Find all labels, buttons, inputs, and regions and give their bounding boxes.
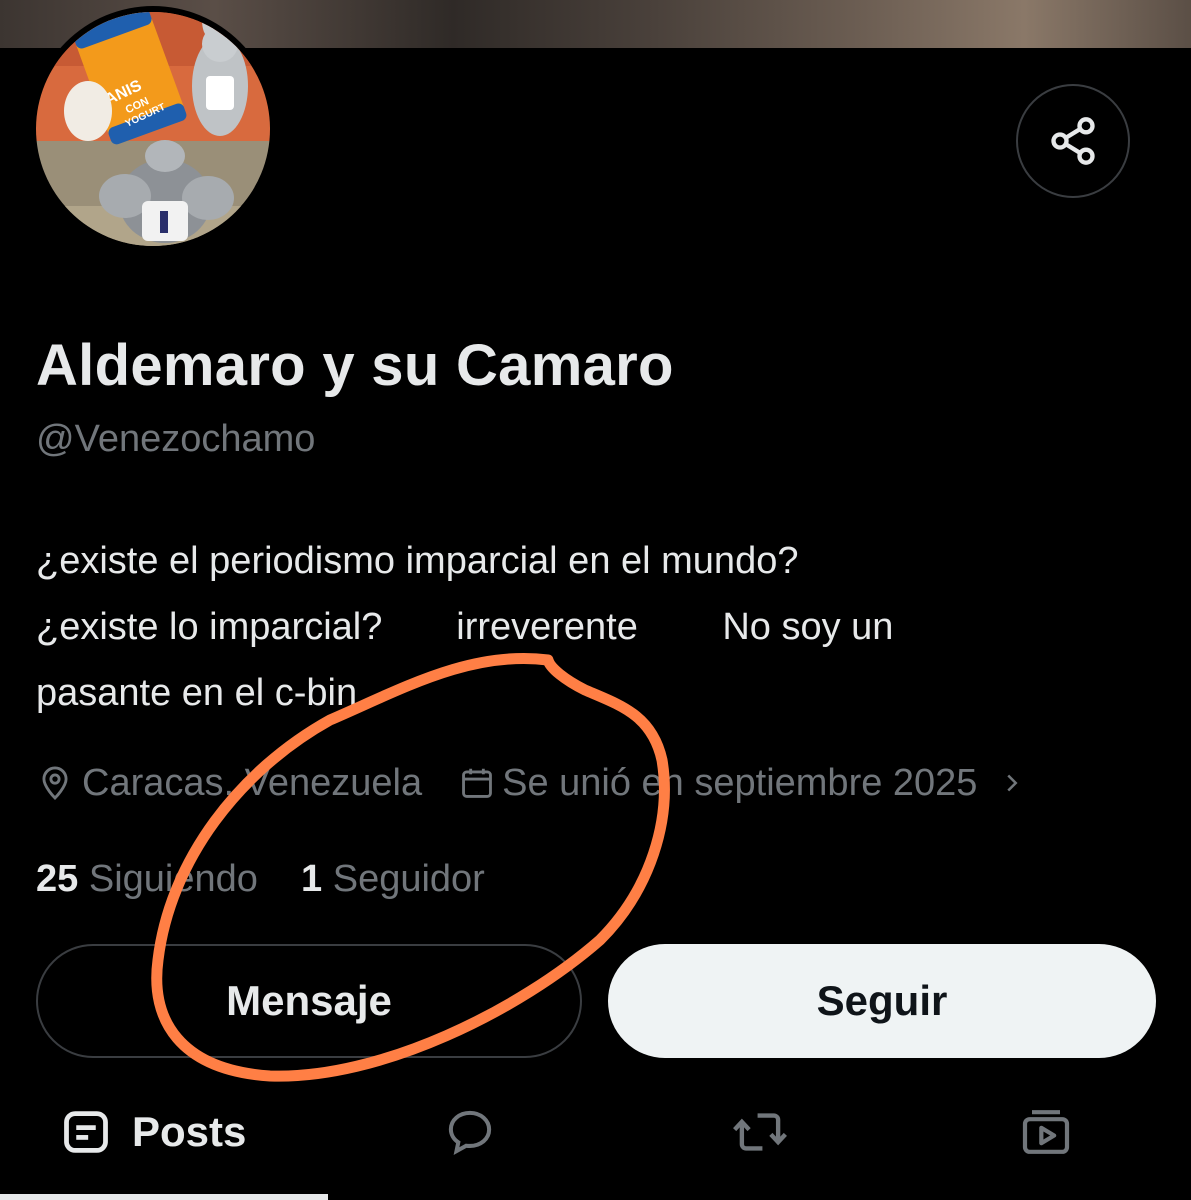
replies-icon [448, 1110, 492, 1156]
bio-line: pasante en el c-bin [36, 672, 358, 714]
followers-label: Seguidor [332, 858, 485, 900]
follow-button[interactable]: Seguir [608, 944, 1156, 1058]
profile-tabs: Posts [0, 1090, 1191, 1200]
tab-posts-label: Posts [132, 1108, 247, 1155]
posts-icon [64, 1111, 108, 1153]
profile-meta: Caracas, Venezuela Se unió en septiembre… [36, 758, 1025, 808]
user-handle: @Venezochamo [36, 418, 316, 460]
share-icon [1051, 117, 1095, 165]
share-button[interactable] [1016, 84, 1130, 198]
following-link[interactable]: 25 Siguiendo [36, 858, 258, 900]
media-icon [1022, 1110, 1070, 1154]
avatar-image: ANIS CON YOGURT [36, 12, 270, 246]
profile-stats: 25 Siguiendo 1 Seguidor [36, 858, 485, 901]
profile-bio: ¿existe el periodismo imparcial en el mu… [36, 528, 1156, 726]
bio-line: ¿existe el periodismo imparcial en el mu… [36, 540, 799, 582]
location-icon [36, 764, 74, 802]
tab-posts[interactable]: Posts [60, 1090, 246, 1174]
tab-media[interactable] [1016, 1090, 1076, 1174]
location-text: Caracas, Venezuela [82, 761, 423, 804]
tab-replies[interactable] [440, 1090, 500, 1174]
followers-count: 1 [301, 858, 323, 900]
following-count: 25 [36, 858, 79, 900]
chevron-right-icon[interactable] [999, 768, 1025, 798]
profile-avatar[interactable]: ANIS CON YOGURT [30, 6, 276, 252]
display-name: Aldemaro y su Camaro [36, 333, 674, 398]
active-tab-indicator [0, 1194, 328, 1200]
message-button[interactable]: Mensaje [36, 944, 582, 1058]
calendar-icon [458, 764, 496, 802]
joined-date: Se unió en septiembre 2025 [502, 761, 978, 804]
reposts-icon [733, 1113, 787, 1151]
following-label: Siguiendo [88, 858, 258, 900]
followers-link[interactable]: 1 Seguidor [301, 858, 485, 900]
tab-reposts[interactable] [728, 1090, 792, 1174]
bio-line: ¿existe lo imparcial? irreverente No soy… [36, 606, 894, 648]
